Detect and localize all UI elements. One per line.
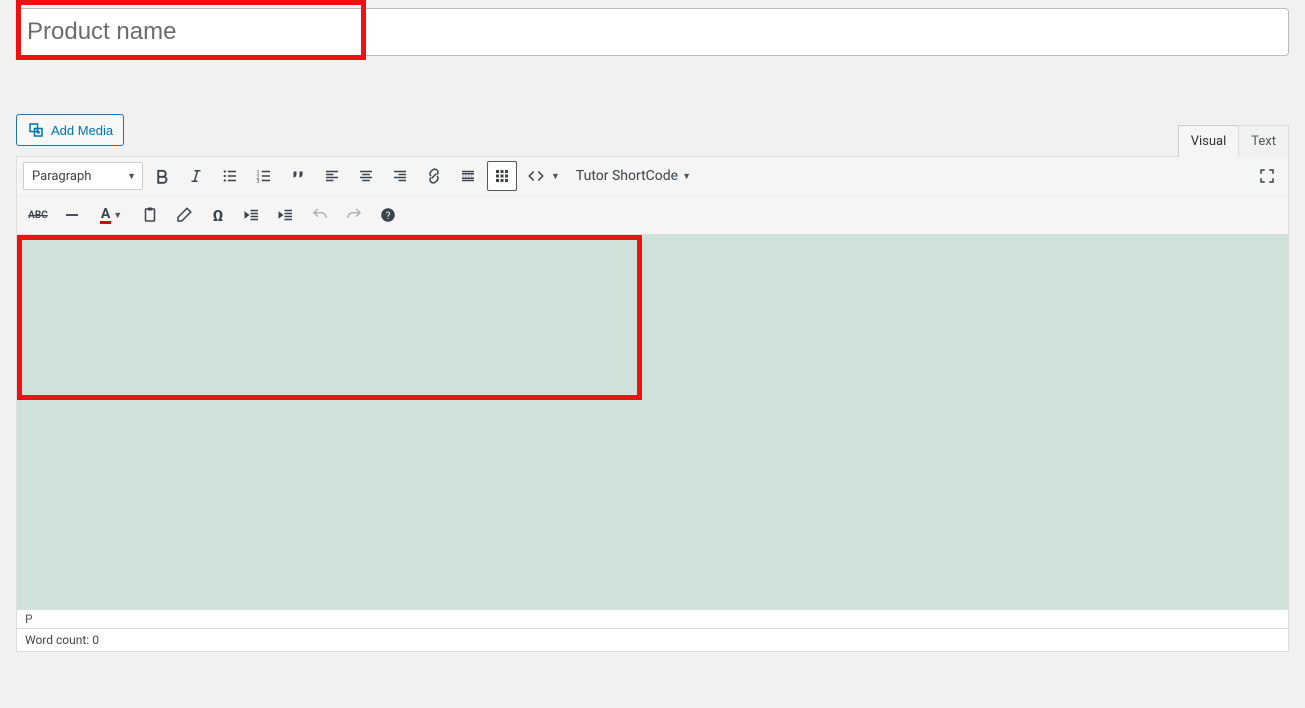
align-center-icon [357, 167, 375, 185]
format-select-label: Paragraph [32, 169, 91, 184]
numbered-list-icon: 123 [255, 167, 273, 185]
tutor-shortcode-dropdown[interactable]: Tutor ShortCode ▼ [568, 162, 699, 190]
bullet-list-button[interactable] [215, 161, 245, 191]
align-left-button[interactable] [317, 161, 347, 191]
svg-text:3: 3 [257, 179, 260, 185]
align-center-button[interactable] [351, 161, 381, 191]
editor-content-area[interactable] [16, 235, 1289, 610]
editor-toolbar: Paragraph 123 ▼ Tutor ShortCode [16, 156, 1289, 235]
tab-text[interactable]: Text [1238, 125, 1289, 157]
fullscreen-button[interactable] [1252, 161, 1282, 191]
tutor-shortcode-label: Tutor ShortCode [576, 168, 678, 184]
undo-button[interactable] [305, 200, 335, 230]
product-name-input[interactable] [16, 8, 1289, 56]
add-media-button[interactable]: Add Media [16, 114, 124, 146]
wordcount-value: 0 [92, 633, 99, 647]
hr-icon [63, 206, 81, 224]
bold-button[interactable] [147, 161, 177, 191]
toolbar-toggle-button[interactable] [487, 161, 517, 191]
annotation-content-highlight [17, 235, 642, 400]
indent-icon [277, 206, 295, 224]
blockquote-button[interactable] [283, 161, 313, 191]
align-left-icon [323, 167, 341, 185]
bullet-list-icon [221, 167, 239, 185]
chevron-down-icon: ▼ [551, 171, 560, 182]
undo-icon [311, 206, 329, 224]
italic-icon [187, 167, 205, 185]
horizontal-rule-button[interactable] [57, 200, 87, 230]
read-more-icon [459, 167, 477, 185]
text-color-letter: A [100, 207, 111, 224]
format-select[interactable]: Paragraph [23, 162, 143, 190]
code-dropdown[interactable]: ▼ [521, 167, 564, 185]
chevron-down-icon: ▼ [682, 171, 691, 182]
clear-formatting-button[interactable] [169, 200, 199, 230]
text-color-button[interactable]: A ▼ [91, 200, 131, 230]
status-bar: Word count: 0 [16, 629, 1289, 652]
tab-visual[interactable]: Visual [1178, 125, 1239, 157]
wordcount-label: Word count: [25, 633, 92, 647]
align-right-button[interactable] [385, 161, 415, 191]
fullscreen-icon [1258, 167, 1276, 185]
numbered-list-button[interactable]: 123 [249, 161, 279, 191]
read-more-button[interactable] [453, 161, 483, 191]
indent-button[interactable] [271, 200, 301, 230]
add-media-label: Add Media [51, 123, 113, 138]
special-character-button[interactable]: Ω [203, 200, 233, 230]
toolbar-toggle-icon [493, 167, 511, 185]
strikethrough-button[interactable]: ABC [23, 200, 53, 230]
media-icon [27, 121, 45, 139]
eraser-icon [175, 206, 193, 224]
outdent-icon [243, 206, 261, 224]
link-icon [425, 167, 443, 185]
align-right-icon [391, 167, 409, 185]
editor-tabs: Visual Text [1178, 125, 1289, 157]
help-button[interactable]: ? [373, 200, 403, 230]
blockquote-icon [289, 167, 307, 185]
redo-icon [345, 206, 363, 224]
help-icon: ? [379, 206, 397, 224]
link-button[interactable] [419, 161, 449, 191]
paste-text-button[interactable] [135, 200, 165, 230]
redo-button[interactable] [339, 200, 369, 230]
outdent-button[interactable] [237, 200, 267, 230]
italic-button[interactable] [181, 161, 211, 191]
svg-text:?: ? [386, 211, 391, 222]
bold-icon [153, 167, 171, 185]
chevron-down-icon: ▼ [113, 210, 122, 221]
clipboard-icon [141, 206, 159, 224]
code-icon [525, 167, 547, 185]
element-path[interactable]: P [16, 610, 1289, 629]
